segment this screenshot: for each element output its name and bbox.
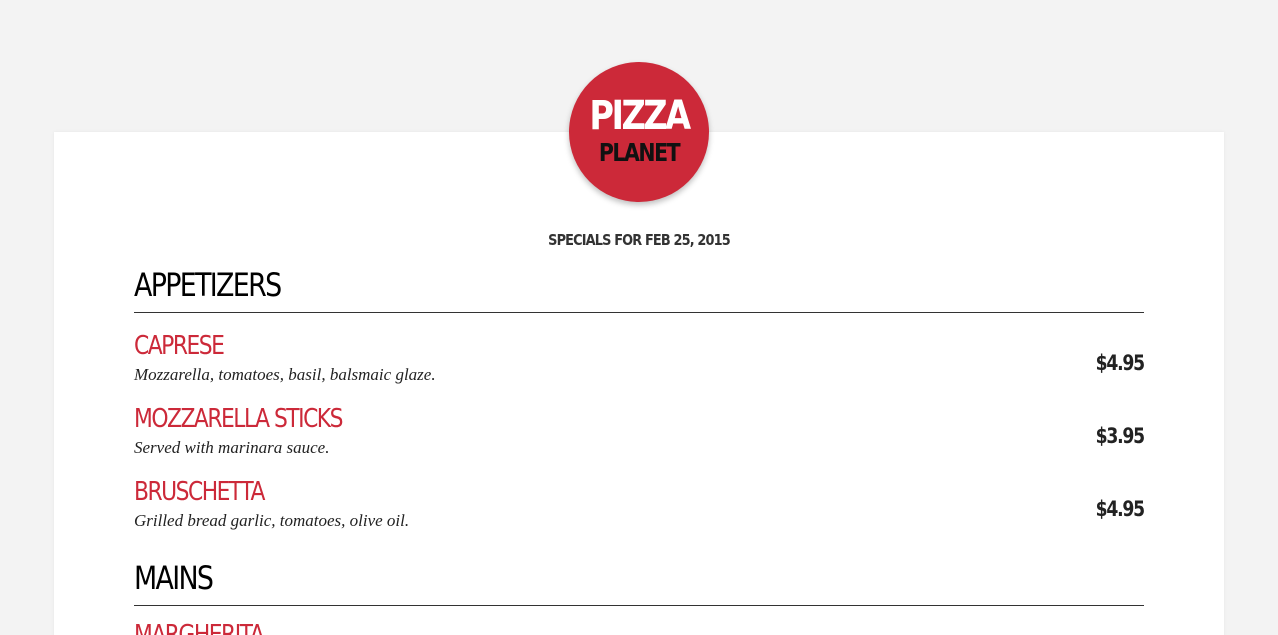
menu-item-name: MOZZARELLA STICKS (134, 404, 343, 434)
menu-item-name: BRUSCHETTA (134, 477, 265, 507)
menu-item-name: CAPRESE (134, 331, 225, 361)
section-title-mains: MAINS (134, 559, 214, 597)
menu-item-description: Mozzarella, tomatoes, basil, balsmaic gl… (134, 365, 436, 384)
menu-item-description: Grilled bread garlic, tomatoes, olive oi… (134, 511, 410, 530)
menu-item-price: $3.95 (1095, 424, 1146, 448)
logo-line-2: PLANET (598, 138, 681, 167)
menu-item-price: $4.95 (1095, 351, 1146, 375)
specials-date: SPECIALS FOR FEB 25, 2015 (548, 231, 731, 249)
menu-item-price: $4.95 (1095, 497, 1146, 521)
menu-item-description: Served with marinara sauce. (134, 438, 330, 457)
section-divider (134, 605, 1144, 606)
section-title-appetizers: APPETIZERS (134, 266, 282, 304)
section-divider (134, 312, 1144, 313)
logo-line-1: PIZZA (589, 93, 691, 139)
pizza-planet-logo: PIZZA PLANET (569, 62, 709, 202)
menu-item-name: MARGHERITA (134, 620, 265, 635)
